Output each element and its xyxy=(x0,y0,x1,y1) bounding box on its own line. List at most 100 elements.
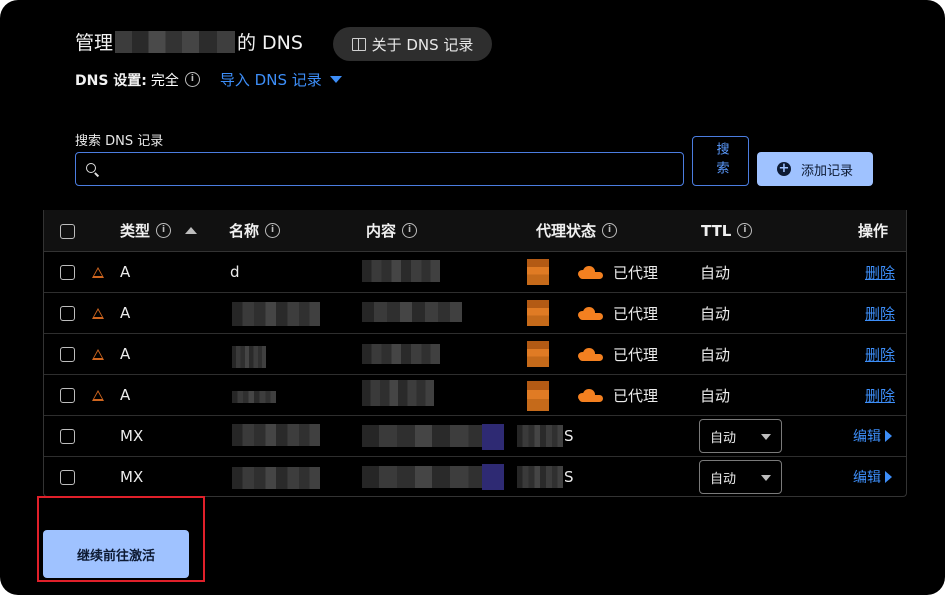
info-icon: i xyxy=(602,223,618,238)
title-suffix: 的 DNS xyxy=(237,32,303,54)
warning-icon xyxy=(92,307,104,319)
record-ttl: 自动 xyxy=(700,386,731,405)
info-icon: i xyxy=(156,223,172,238)
warning-icon xyxy=(92,348,104,360)
delete-link[interactable]: 删除 xyxy=(865,303,895,324)
record-type: A xyxy=(120,345,131,363)
delete-link[interactable]: 删除 xyxy=(865,344,895,365)
table-row: A d 已代理 自动 删除 xyxy=(44,252,906,293)
info-icon[interactable]: i xyxy=(184,72,200,87)
warning-icon xyxy=(92,389,104,401)
proxy-status-label: 已代理 xyxy=(613,263,659,282)
table-row: MX S 自动 编辑 xyxy=(44,416,906,457)
record-ttl: 自动 xyxy=(700,304,731,323)
row-checkbox[interactable] xyxy=(60,265,75,280)
row-checkbox[interactable] xyxy=(60,470,75,485)
delete-link[interactable]: 删除 xyxy=(865,262,895,283)
redacted-content xyxy=(362,466,502,488)
plus-icon: + xyxy=(776,161,791,176)
search-button[interactable]: 搜索 xyxy=(692,136,749,186)
redacted-proxy-mark xyxy=(527,341,549,367)
edit-link[interactable]: 编辑 xyxy=(853,426,892,446)
edit-link-label: 编辑 xyxy=(853,429,881,445)
redacted-domain xyxy=(115,30,236,53)
redacted-proxy-mark xyxy=(527,259,549,285)
table-row: A 已代理 自动 删除 xyxy=(44,375,906,416)
proxy-status-label: 已代理 xyxy=(613,304,659,323)
search-input[interactable] xyxy=(75,152,684,186)
add-record-button[interactable]: + 添加记录 xyxy=(757,152,873,186)
column-name-label: 名称 xyxy=(229,222,260,240)
record-type: MX xyxy=(120,468,144,486)
record-type: A xyxy=(120,386,131,404)
column-type[interactable]: 类型 i xyxy=(120,210,198,251)
info-icon: i xyxy=(737,223,753,238)
continue-to-activation-button[interactable]: 继续前往激活 xyxy=(43,530,189,578)
column-ttl: TTL i xyxy=(701,210,753,251)
search-button-label: 搜索 xyxy=(713,142,729,180)
row-checkbox[interactable] xyxy=(60,306,75,321)
row-checkbox[interactable] xyxy=(60,388,75,403)
redacted-content xyxy=(362,344,440,364)
record-type: A xyxy=(120,304,131,322)
chevron-down-icon xyxy=(761,434,771,440)
info-icon: i xyxy=(265,223,281,238)
ttl-select[interactable]: 自动 xyxy=(699,419,782,453)
redacted-content xyxy=(362,302,462,322)
select-all-checkbox[interactable] xyxy=(60,224,75,239)
column-content-label: 内容 xyxy=(366,222,397,240)
table-row: A 已代理 自动 删除 xyxy=(44,334,906,375)
delete-link[interactable]: 删除 xyxy=(865,385,895,406)
info-icon: i xyxy=(402,223,418,238)
proxy-status[interactable]: 已代理 xyxy=(575,375,658,415)
chevron-down-icon xyxy=(761,475,771,481)
ttl-select-value: 自动 xyxy=(710,471,737,487)
redacted-content-mark xyxy=(482,424,504,450)
column-content: 内容 i xyxy=(366,210,418,251)
row-checkbox[interactable] xyxy=(60,429,75,444)
about-dns-records-label: 关于 DNS 记录 xyxy=(371,35,474,54)
record-name: d xyxy=(230,263,240,281)
record-ttl: 自动 xyxy=(700,263,731,282)
dns-settings: DNS 设置: 完全 i 导入 DNS 记录 xyxy=(75,69,342,90)
column-ttl-label: TTL xyxy=(701,221,732,240)
proxy-status-label: 已代理 xyxy=(613,345,659,364)
search-icon xyxy=(86,163,96,173)
import-dns-records-label: 导入 DNS 记录 xyxy=(219,71,322,89)
edit-link[interactable]: 编辑 xyxy=(853,467,892,487)
book-icon xyxy=(351,37,366,51)
redacted-name xyxy=(232,467,320,489)
edit-link-label: 编辑 xyxy=(853,470,881,486)
record-ttl: 自动 xyxy=(700,345,731,364)
table-row: MX S 自动 编辑 xyxy=(44,457,906,497)
search-label: 搜索 DNS 记录 xyxy=(75,134,164,149)
import-dns-records-link[interactable]: 导入 DNS 记录 xyxy=(220,69,342,90)
orange-cloud-icon xyxy=(575,265,603,279)
proxy-status-tail: S xyxy=(564,468,574,486)
row-checkbox[interactable] xyxy=(60,347,75,362)
redacted-content xyxy=(362,380,434,406)
redacted-proxy-mark xyxy=(527,300,549,326)
redacted-proxy-mark xyxy=(527,381,549,411)
dns-records-table: 类型 i 名称 i 内容 i 代理状态 i TTL i 操作 A d 已代理 自… xyxy=(43,210,907,497)
orange-cloud-icon xyxy=(575,306,603,320)
redacted-name xyxy=(232,391,276,403)
proxy-status[interactable]: 已代理 xyxy=(575,293,658,333)
record-type: A xyxy=(120,263,131,281)
page-title: 管理 的 DNS xyxy=(75,28,303,55)
column-proxy-label: 代理状态 xyxy=(536,222,597,240)
proxy-status[interactable]: 已代理 xyxy=(575,334,658,374)
warning-icon xyxy=(92,266,104,278)
add-record-label: 添加记录 xyxy=(800,163,853,179)
ttl-select[interactable]: 自动 xyxy=(699,460,782,494)
about-dns-records-button[interactable]: 关于 DNS 记录 xyxy=(333,27,492,61)
table-header: 类型 i 名称 i 内容 i 代理状态 i TTL i 操作 xyxy=(44,210,906,252)
proxy-status[interactable]: 已代理 xyxy=(575,252,658,292)
redacted-proxy xyxy=(517,466,563,488)
caret-right-icon xyxy=(885,430,892,442)
redacted-name xyxy=(232,346,266,368)
column-actions-label: 操作 xyxy=(858,222,889,240)
chevron-down-icon xyxy=(329,76,342,83)
ttl-select-value: 自动 xyxy=(710,430,737,446)
sort-ascending-icon[interactable] xyxy=(185,227,198,234)
